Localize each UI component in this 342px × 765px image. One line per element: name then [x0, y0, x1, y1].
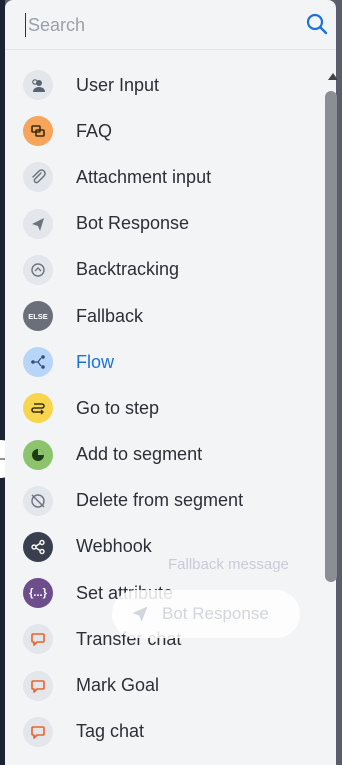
chat-bubble-icon: [23, 716, 53, 747]
user-input-icon: [23, 70, 53, 101]
icon-glyph: {...}: [29, 587, 47, 600]
node-type-item[interactable]: Delete from segment: [5, 478, 317, 524]
node-type-item[interactable]: Go to step: [5, 385, 317, 431]
node-type-label: Fallback: [76, 305, 144, 326]
braces-icon: {...}: [23, 578, 53, 609]
node-type-item[interactable]: Backtracking: [5, 247, 317, 293]
node-type-label: Go to step: [76, 397, 160, 418]
send-icon: [23, 208, 53, 239]
node-type-item[interactable]: User Input: [5, 62, 317, 108]
flow-icon: [23, 347, 53, 378]
canvas-bot-response-node[interactable]: Bot Response: [112, 590, 300, 638]
segment-delete-icon: [23, 485, 53, 516]
node-type-label: Webhook: [76, 536, 152, 557]
node-type-item[interactable]: Bot Response: [5, 201, 317, 247]
node-type-label: Mark Goal: [76, 675, 160, 696]
node-type-list: User Input FAQ Attachment input Bot Respons…: [5, 62, 317, 755]
share-icon: [23, 531, 53, 562]
node-type-item[interactable]: Flow: [5, 339, 317, 385]
icon-glyph: ELSE: [28, 311, 48, 321]
node-type-item[interactable]: Attachment input: [5, 154, 317, 200]
canvas-fallback-label: Fallback message: [168, 556, 289, 573]
faq-icon: [23, 116, 53, 147]
node-type-label: Delete from segment: [76, 490, 244, 511]
paperclip-icon: [23, 162, 53, 193]
scrollbar-thumb[interactable]: [325, 91, 337, 582]
chat-bubble-icon: [23, 624, 53, 655]
node-type-item[interactable]: ELSE Fallback: [5, 293, 317, 339]
node-type-item[interactable]: Mark Goal: [5, 662, 317, 708]
node-type-label: FAQ: [76, 120, 113, 141]
backtrack-icon: [23, 254, 53, 285]
node-type-label: Flow: [76, 351, 115, 372]
search-icon[interactable]: [305, 12, 329, 36]
chat-bubble-icon: [23, 670, 53, 701]
send-icon: [132, 606, 148, 622]
search-input[interactable]: [25, 13, 288, 37]
canvas-bot-response-label: Bot Response: [162, 604, 269, 623]
node-type-label: Backtracking: [76, 259, 180, 280]
node-type-label: Add to segment: [76, 444, 203, 465]
node-picker-panel: User Input FAQ Attachment input Bot Respons…: [5, 0, 338, 765]
segment-add-icon: [23, 439, 53, 470]
node-type-label: User Input: [76, 74, 160, 95]
node-type-item[interactable]: FAQ: [5, 108, 317, 154]
node-type-label: Attachment input: [76, 166, 212, 187]
search-bar: [5, 0, 336, 50]
goto-step-icon: [23, 393, 53, 424]
scroll-up-arrow[interactable]: [328, 73, 338, 80]
else-icon: ELSE: [23, 301, 53, 332]
node-type-label: Tag chat: [76, 721, 145, 742]
node-type-item[interactable]: Add to segment: [5, 432, 317, 478]
node-type-item[interactable]: Tag chat: [5, 709, 317, 755]
node-type-label: Bot Response: [76, 213, 190, 234]
